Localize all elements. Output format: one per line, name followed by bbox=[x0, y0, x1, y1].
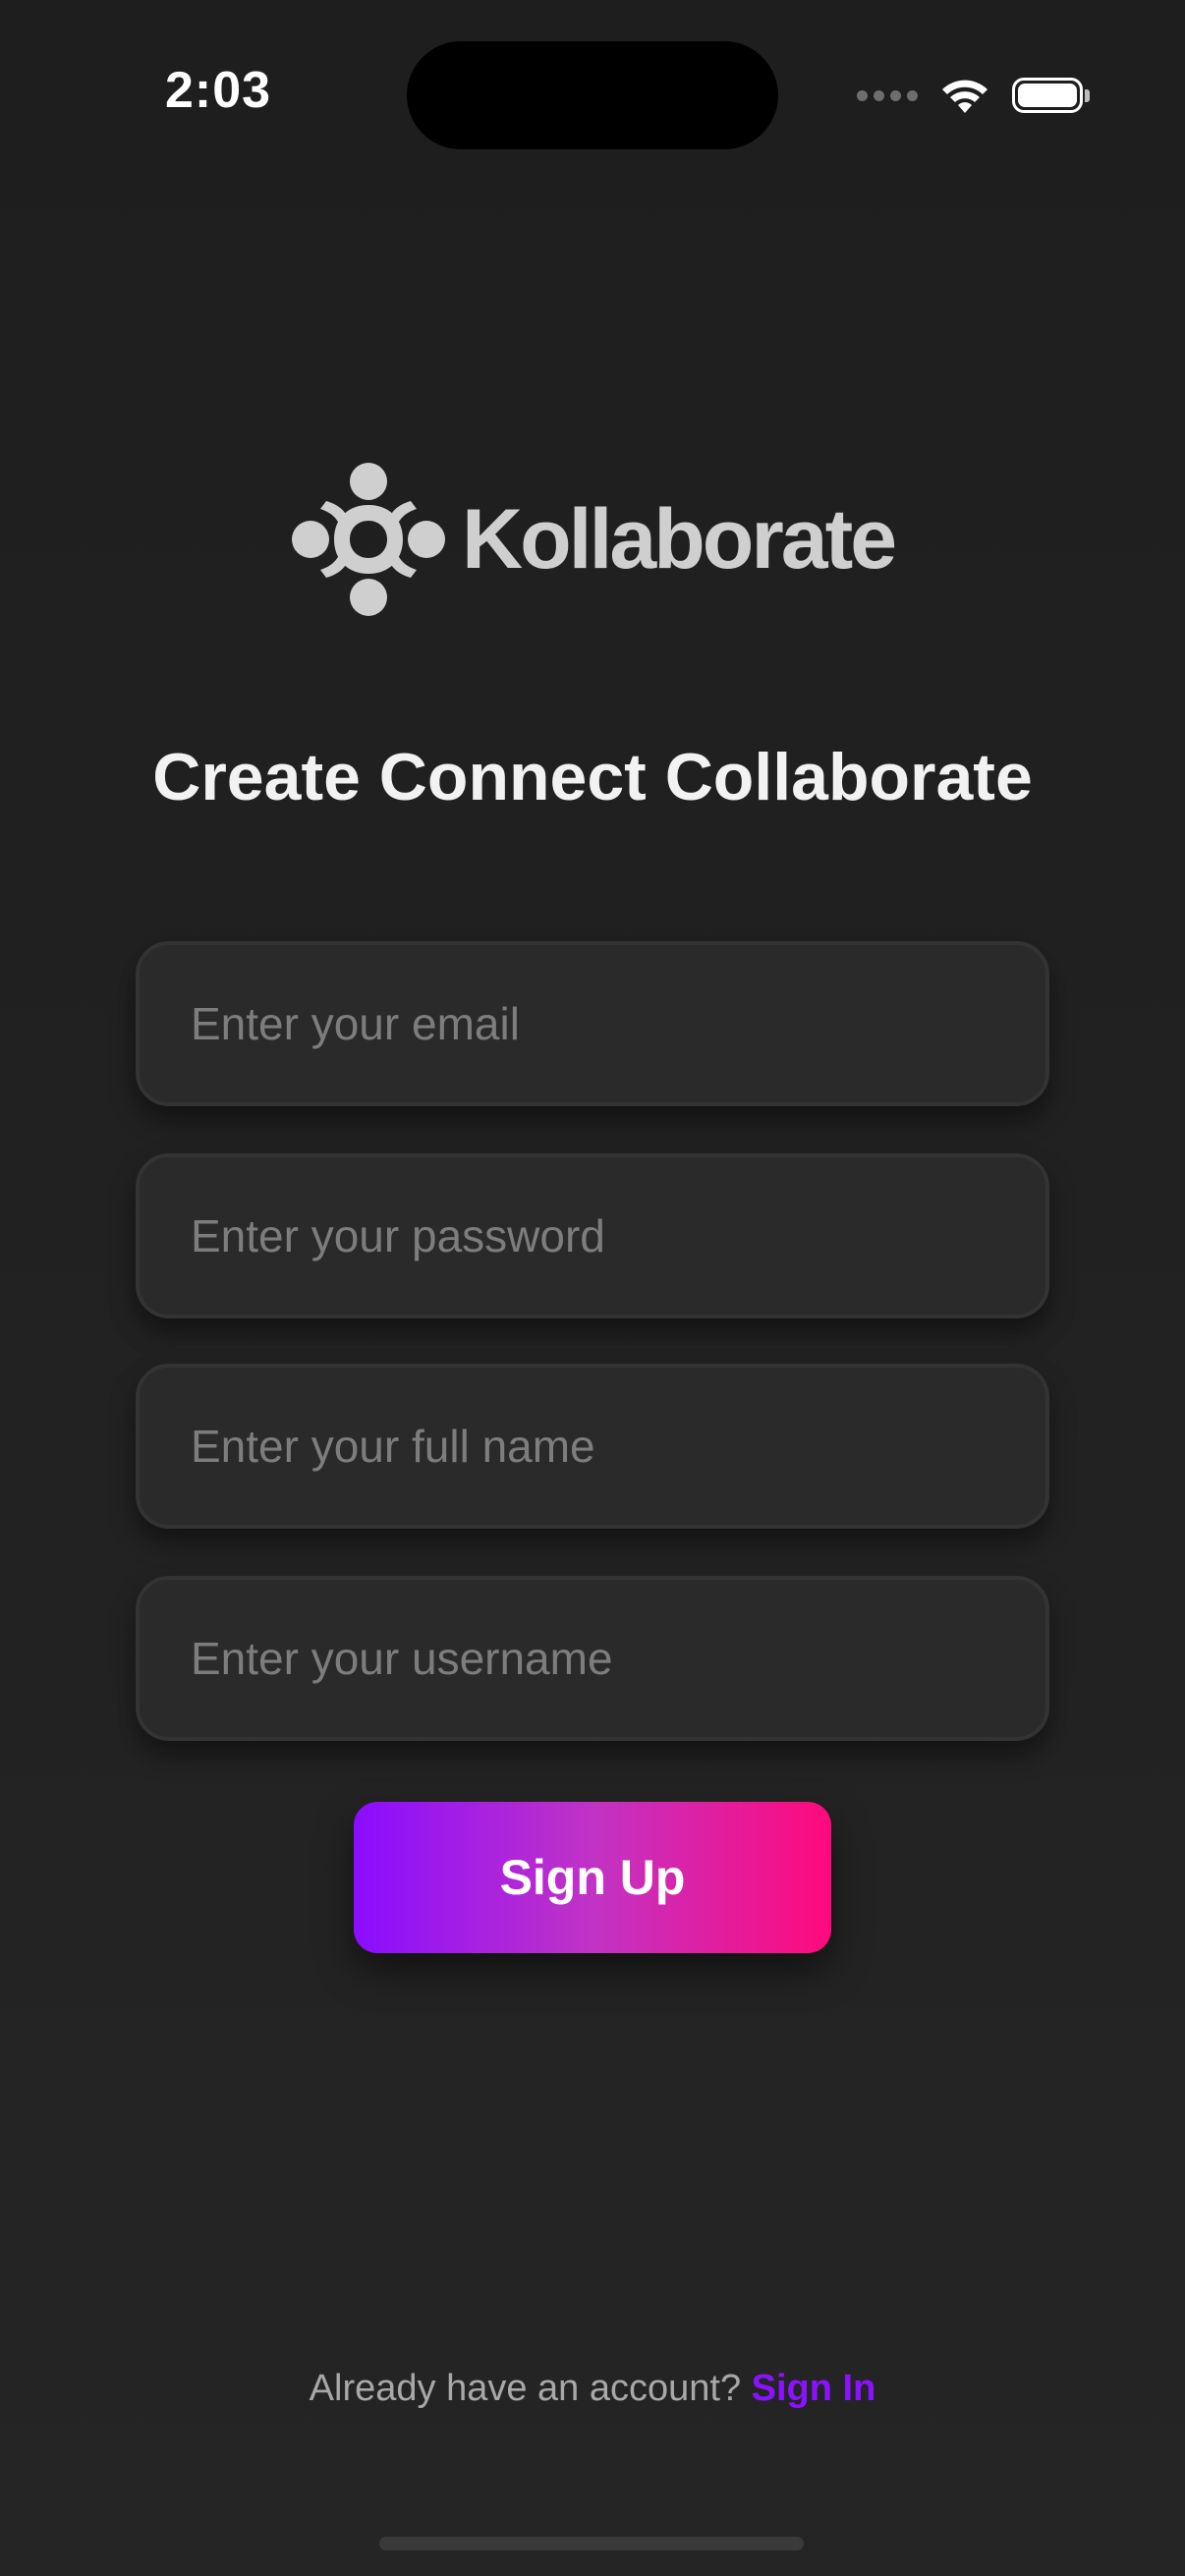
cellular-signal-icon bbox=[857, 89, 918, 101]
email-field[interactable] bbox=[191, 997, 1045, 1050]
people-circle-logo-icon bbox=[292, 463, 445, 616]
fullname-field-container bbox=[136, 1364, 1049, 1529]
brand-name: Kollaborate bbox=[462, 491, 897, 587]
username-field[interactable] bbox=[191, 1632, 1045, 1685]
status-icons bbox=[857, 71, 1090, 120]
username-field-container bbox=[136, 1576, 1049, 1741]
home-indicator[interactable] bbox=[379, 2537, 804, 2550]
sign-in-link[interactable]: Sign In bbox=[752, 2368, 876, 2409]
password-field[interactable] bbox=[191, 1209, 1045, 1262]
password-field-container bbox=[136, 1153, 1049, 1318]
sign-in-prompt-text: Already have an account? bbox=[309, 2368, 742, 2409]
dynamic-island bbox=[407, 41, 778, 149]
status-time: 2:03 bbox=[165, 62, 272, 119]
signup-screen: 2:03 Kollaborate Create Connect Collabor… bbox=[0, 0, 1185, 2576]
battery-icon bbox=[1012, 78, 1090, 113]
wifi-icon bbox=[942, 80, 988, 113]
brand-logo: Kollaborate bbox=[291, 462, 897, 617]
email-field-container bbox=[136, 941, 1049, 1106]
page-title: Create Connect Collaborate bbox=[152, 740, 1033, 814]
sign-in-prompt: Already have an account? Sign In bbox=[0, 2368, 1185, 2410]
sign-up-button[interactable]: Sign Up bbox=[354, 1802, 831, 1953]
fullname-field[interactable] bbox=[191, 1420, 1045, 1473]
